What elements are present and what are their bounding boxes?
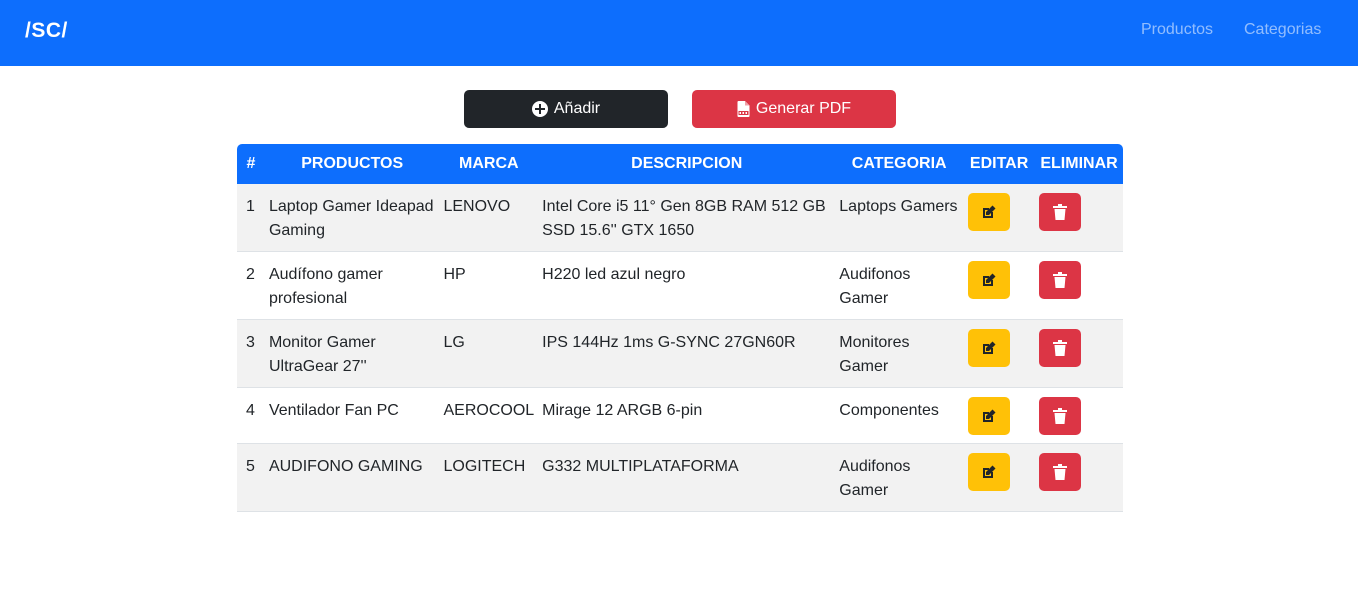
edit-button[interactable] xyxy=(968,453,1011,491)
table-row: 5 AUDIFONO GAMING LOGITECH G332 MULTIPLA… xyxy=(237,443,1123,512)
product-brand: LG xyxy=(439,319,539,388)
product-name: Ventilador Fan PC xyxy=(264,387,440,444)
edit-button[interactable] xyxy=(968,329,1011,367)
product-brand: LENOVO xyxy=(439,184,539,252)
row-number: 5 xyxy=(237,443,265,512)
product-category: Monitores Gamer xyxy=(835,319,964,388)
header-eliminar: ELIMINAR xyxy=(1040,155,1118,172)
table-row: 2 Audífono gamer profesional HP H220 led… xyxy=(237,251,1123,320)
plus-circle-icon xyxy=(531,101,548,117)
product-name: Audífono gamer profesional xyxy=(264,251,440,320)
trash-icon xyxy=(1053,340,1068,356)
product-description: Mirage 12 ARGB 6-pin xyxy=(538,387,836,444)
product-description: H220 led azul negro xyxy=(538,251,836,320)
edit-icon xyxy=(983,205,996,218)
product-name: Laptop Gamer Ideapad Gaming xyxy=(264,184,440,252)
edit-button[interactable] xyxy=(968,261,1011,299)
navbar: /SC/ Productos Categorias xyxy=(0,0,1358,66)
add-button-label: Añadir xyxy=(553,100,601,117)
header-marca: MARCA xyxy=(459,155,519,172)
product-name: Monitor Gamer UltraGear 27'' xyxy=(264,319,440,388)
row-number: 3 xyxy=(237,319,265,388)
edit-icon xyxy=(983,273,996,286)
header-categoria: CATEGORIA xyxy=(851,155,947,172)
trash-icon xyxy=(1053,464,1068,480)
product-brand: HP xyxy=(439,251,539,320)
product-description: Intel Core i5 11° Gen 8GB RAM 512 GB SSD… xyxy=(538,184,836,252)
header-productos: PRODUCTOS xyxy=(301,155,404,172)
edit-icon xyxy=(983,465,996,478)
row-number: 2 xyxy=(237,251,265,320)
product-category: Componentes xyxy=(835,387,964,444)
table-row: 1 Laptop Gamer Ideapad Gaming LENOVO Int… xyxy=(237,184,1123,252)
edit-icon xyxy=(983,409,996,422)
product-name: AUDIFONO GAMING xyxy=(264,443,440,512)
row-number: 1 xyxy=(237,184,265,252)
header-descripcion: DESCRIPCION xyxy=(631,155,743,172)
edit-button[interactable] xyxy=(968,397,1011,435)
add-button[interactable]: Añadir xyxy=(464,90,668,128)
generate-pdf-button[interactable]: Generar PDF xyxy=(692,90,896,128)
file-pdf-icon xyxy=(737,101,750,117)
delete-button[interactable] xyxy=(1039,261,1082,299)
table-header-row: # PRODUCTOS MARCA DESCRIPCION CATEGORIA … xyxy=(237,144,1123,184)
row-number: 4 xyxy=(237,387,265,444)
generate-pdf-label: Generar PDF xyxy=(755,100,852,117)
delete-button[interactable] xyxy=(1039,453,1082,491)
delete-button[interactable] xyxy=(1039,329,1082,367)
delete-button[interactable] xyxy=(1039,193,1082,231)
product-category: Audifonos Gamer xyxy=(835,251,964,320)
product-category: Audifonos Gamer xyxy=(835,443,964,512)
trash-icon xyxy=(1053,204,1068,220)
product-description: IPS 144Hz 1ms G-SYNC 27GN60R xyxy=(538,319,836,388)
header-editar: EDITAR xyxy=(969,155,1029,172)
nav-link-productos[interactable]: Productos xyxy=(1141,21,1213,39)
brand-logo[interactable]: /SC/ xyxy=(25,19,68,43)
trash-icon xyxy=(1053,408,1068,424)
delete-button[interactable] xyxy=(1039,397,1082,435)
product-brand: LOGITECH xyxy=(439,443,539,512)
nav-link-categorias[interactable]: Categorias xyxy=(1244,21,1321,39)
edit-button[interactable] xyxy=(968,193,1011,231)
header-num: # xyxy=(246,155,256,172)
products-table: # PRODUCTOS MARCA DESCRIPCION CATEGORIA … xyxy=(237,144,1123,512)
product-category: Laptops Gamers xyxy=(835,184,964,252)
trash-icon xyxy=(1053,272,1068,288)
product-description: G332 MULTIPLATAFORMA xyxy=(538,443,836,512)
table-row: 4 Ventilador Fan PC AEROCOOL Mirage 12 A… xyxy=(237,387,1123,444)
table-row: 3 Monitor Gamer UltraGear 27'' LG IPS 14… xyxy=(237,319,1123,388)
products-table-container: # PRODUCTOS MARCA DESCRIPCION CATEGORIA … xyxy=(237,144,1123,512)
edit-icon xyxy=(983,341,996,354)
product-brand: AEROCOOL xyxy=(439,387,539,444)
